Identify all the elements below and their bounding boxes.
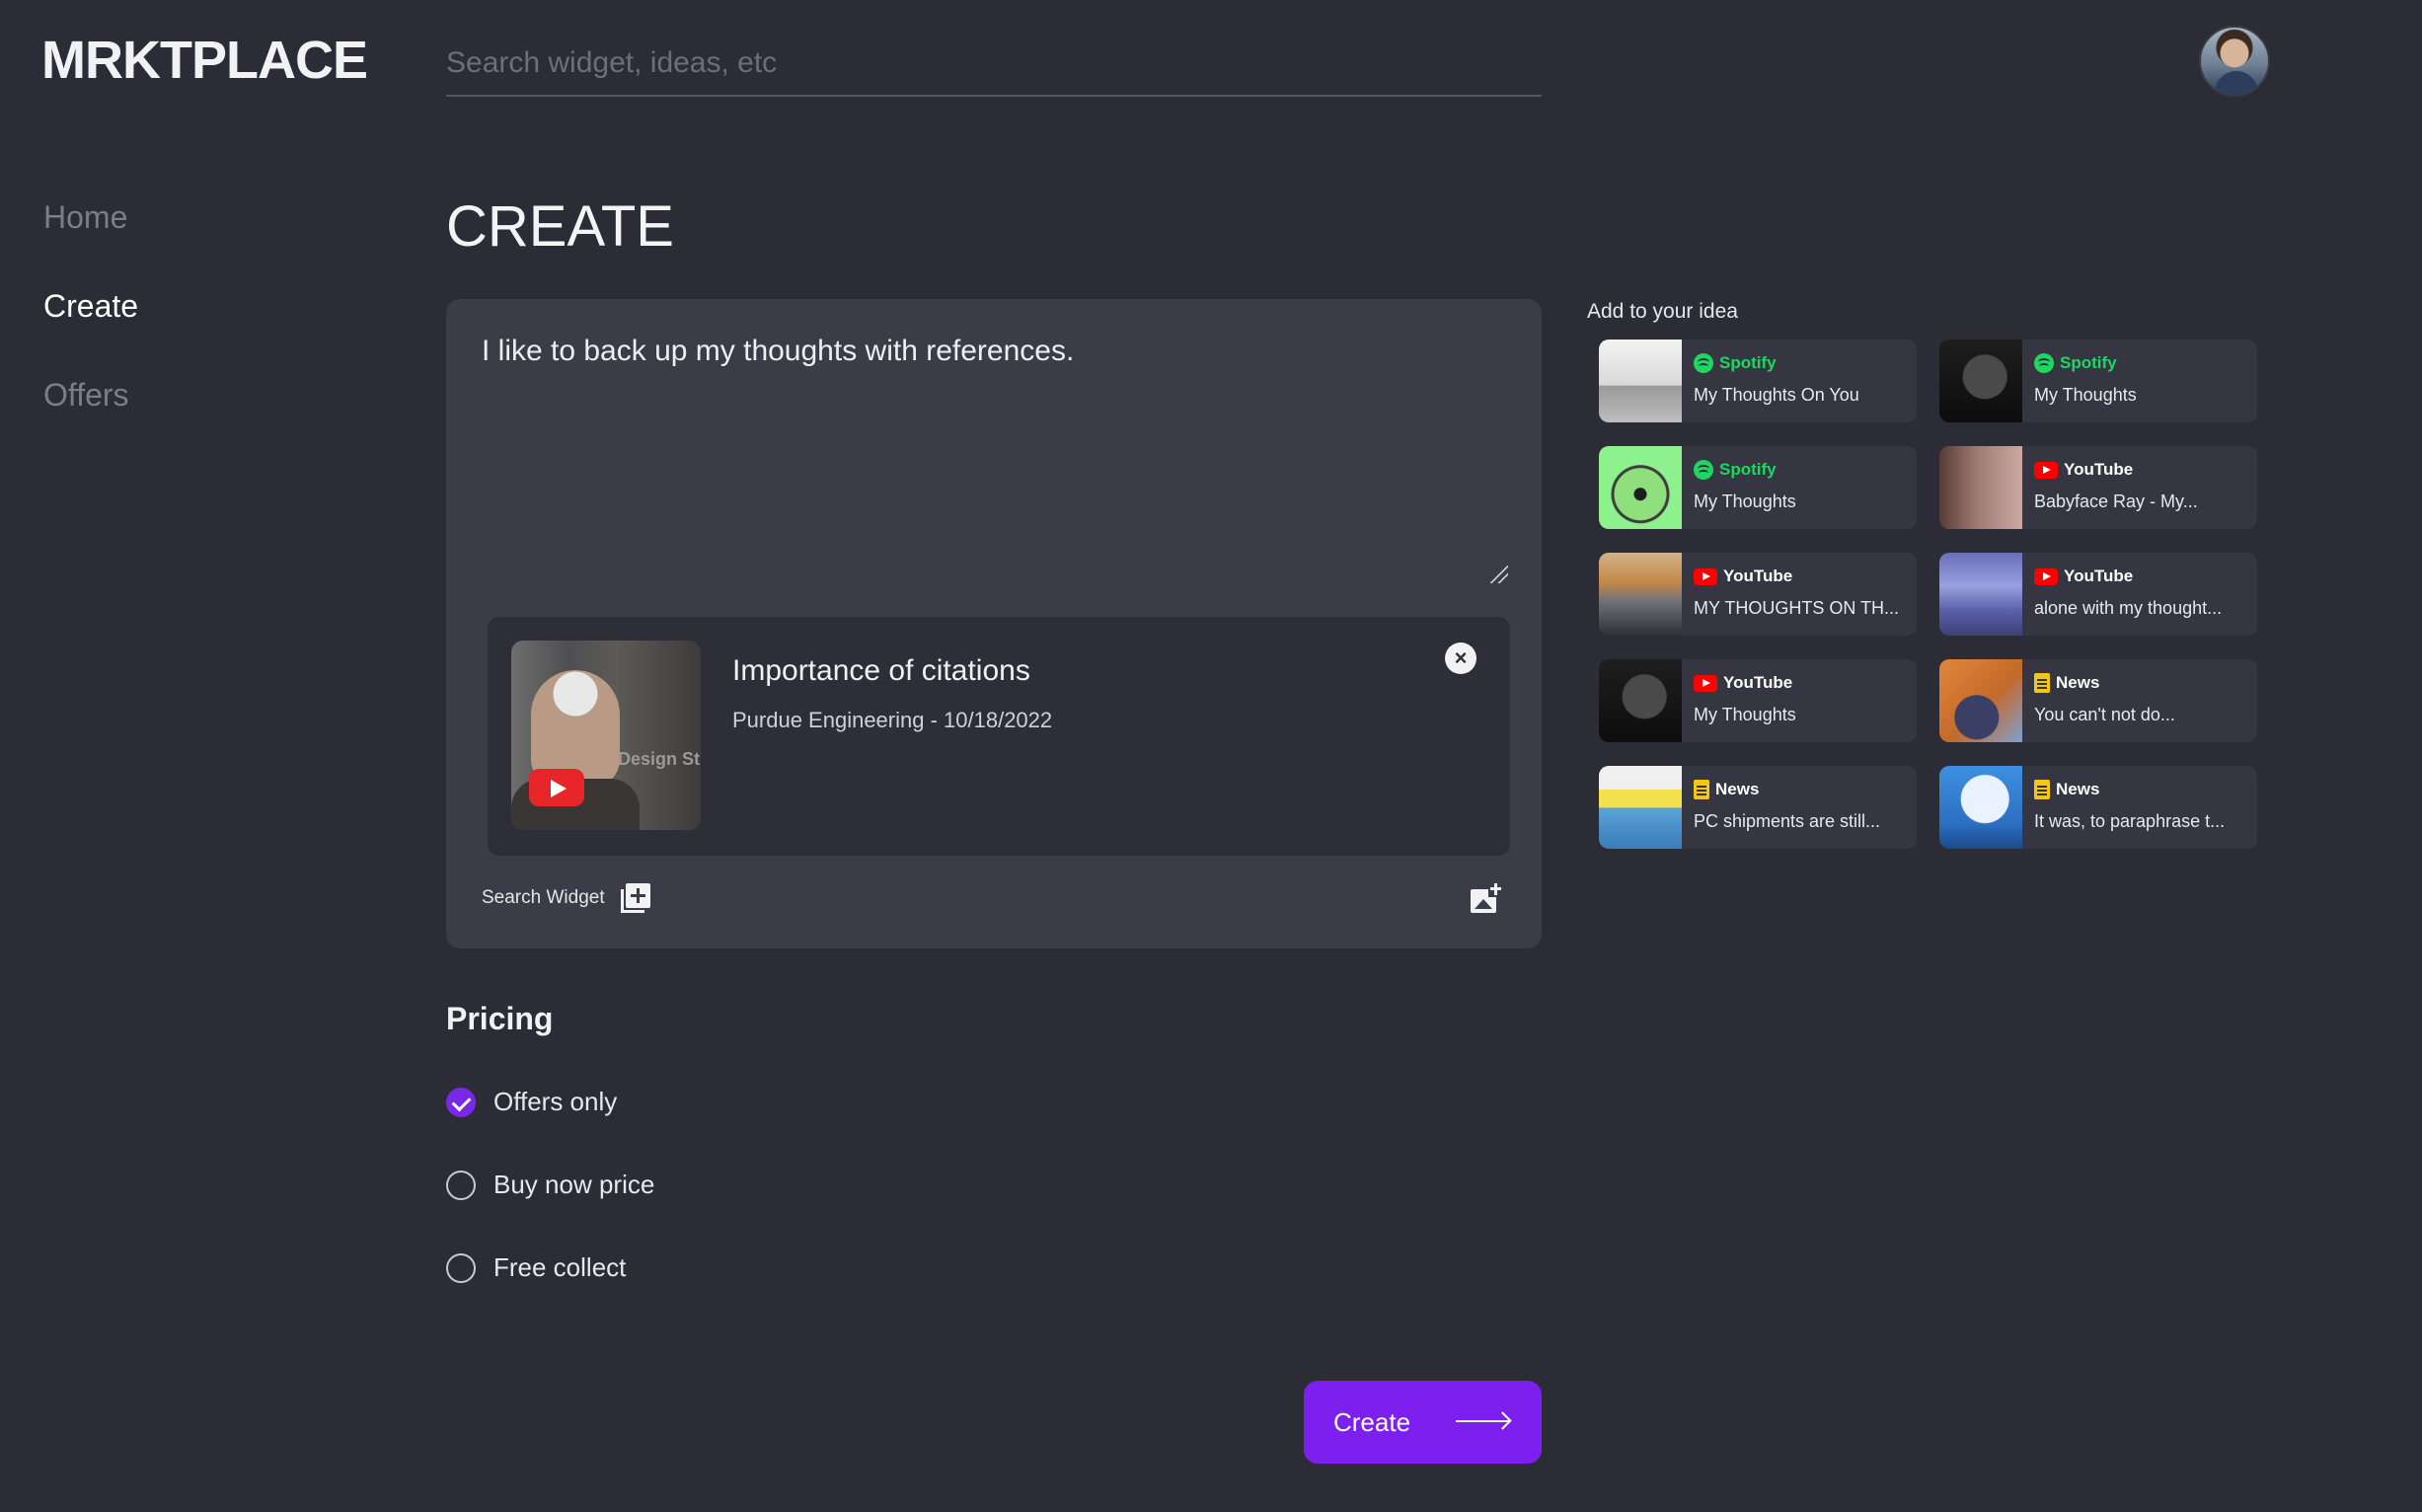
remove-widget-button[interactable]: × — [1445, 643, 1476, 674]
suggestion-name: You can't not do... — [2034, 705, 2175, 724]
suggestion-card[interactable]: Spotify My Thoughts — [1599, 446, 1917, 529]
suggestion-source: News — [1715, 780, 1760, 798]
youtube-icon — [1694, 567, 1717, 585]
suggestion-source: YouTube — [2064, 567, 2134, 585]
pricing-option-offers-only[interactable]: Offers only — [446, 1087, 617, 1117]
add-widget-icon — [620, 883, 650, 913]
youtube-play-icon — [529, 769, 584, 806]
resize-handle[interactable] — [1490, 566, 1508, 583]
news-icon — [1694, 780, 1709, 799]
attached-widget-card: Design Stu Importance of citations Purdu… — [488, 617, 1510, 856]
search-input[interactable] — [446, 39, 1542, 87]
suggestion-name: My Thoughts — [2034, 385, 2137, 405]
suggestion-thumbnail — [1599, 553, 1682, 636]
suggestion-card[interactable]: News It was, to paraphrase t... — [1939, 766, 2257, 849]
pricing-title: Pricing — [446, 1001, 554, 1036]
spotify-icon — [1694, 460, 1713, 480]
search-widget-button[interactable]: Search Widget — [482, 883, 650, 913]
suggestion-card[interactable]: News You can't not do... — [1939, 659, 2257, 742]
suggestions-title: Add to your idea — [1587, 300, 1738, 323]
suggestion-source: YouTube — [1723, 673, 1793, 692]
sidebar-nav: Home Create Offers — [43, 195, 138, 462]
suggestion-source: Spotify — [1719, 353, 1777, 372]
idea-text-input[interactable]: I like to back up my thoughts with refer… — [446, 299, 1542, 587]
suggestion-card[interactable]: YouTube Babyface Ray - My... — [1939, 446, 2257, 529]
nav-item-offers[interactable]: Offers — [43, 373, 138, 462]
youtube-icon — [1694, 674, 1717, 692]
nav-item-create[interactable]: Create — [43, 284, 138, 373]
suggestion-name: PC shipments are still... — [1694, 811, 1881, 831]
suggestion-name: My Thoughts — [1694, 705, 1796, 724]
suggestion-source: News — [2056, 673, 2100, 692]
create-button[interactable]: Create — [1304, 1381, 1542, 1464]
suggestion-thumbnail — [1939, 659, 2022, 742]
arrow-right-icon — [1456, 1420, 1509, 1422]
pricing-option-free-collect[interactable]: Free collect — [446, 1252, 626, 1283]
suggestion-card[interactable]: Spotify My Thoughts — [1939, 340, 2257, 422]
news-icon — [2034, 673, 2050, 693]
suggestion-name: It was, to paraphrase t... — [2034, 811, 2226, 831]
search-widget-label: Search Widget — [482, 887, 605, 908]
suggestion-name: alone with my thought... — [2034, 598, 2223, 618]
suggestion-thumbnail — [1939, 766, 2022, 849]
page-title: CREATE — [446, 194, 674, 259]
create-button-label: Create — [1333, 1406, 1411, 1437]
radio-unchecked-icon[interactable] — [446, 1170, 476, 1200]
suggestion-thumbnail — [1599, 340, 1682, 422]
suggestion-thumbnail — [1599, 659, 1682, 742]
spotify-icon — [2034, 353, 2054, 373]
close-icon: × — [1454, 645, 1468, 670]
suggestion-thumbnail — [1599, 446, 1682, 529]
suggestion-source: YouTube — [1723, 567, 1793, 585]
add-image-button[interactable] — [1471, 883, 1502, 913]
suggestion-card[interactable]: YouTube My Thoughts — [1599, 659, 1917, 742]
widget-subtitle: Purdue Engineering - 10/18/2022 — [732, 708, 1053, 732]
spotify-icon — [1694, 353, 1713, 373]
suggestion-thumbnail — [1939, 340, 2022, 422]
suggestion-card[interactable]: YouTube alone with my thought... — [1939, 553, 2257, 636]
suggestion-card[interactable]: YouTube MY THOUGHTS ON TH... — [1599, 553, 1917, 636]
app-logo[interactable]: MRKTPLACE — [41, 30, 368, 91]
news-icon — [2034, 780, 2050, 799]
suggestion-name: My Thoughts — [1694, 491, 1796, 511]
widget-title: Importance of citations — [732, 654, 1030, 687]
suggestion-source: Spotify — [1719, 460, 1777, 479]
thumbnail-sign-text: Design Stu — [618, 749, 701, 769]
suggestion-name: MY THOUGHTS ON TH... — [1694, 598, 1900, 618]
avatar[interactable] — [2199, 26, 2270, 97]
suggestion-source: YouTube — [2064, 460, 2134, 479]
suggestion-name: My Thoughts On You — [1694, 385, 1859, 405]
idea-editor: I like to back up my thoughts with refer… — [446, 299, 1542, 948]
suggestion-thumbnail — [1939, 553, 2022, 636]
suggestion-name: Babyface Ray - My... — [2034, 491, 2198, 511]
widget-thumbnail[interactable]: Design Stu — [511, 641, 701, 830]
pricing-option-buy-now[interactable]: Buy now price — [446, 1170, 654, 1200]
radio-unchecked-icon[interactable] — [446, 1252, 476, 1283]
suggestion-source: News — [2056, 780, 2100, 798]
pricing-option-label: Offers only — [493, 1087, 618, 1116]
suggestion-card[interactable]: Spotify My Thoughts On You — [1599, 340, 1917, 422]
suggestion-source: Spotify — [2060, 353, 2117, 372]
suggestion-card[interactable]: News PC shipments are still... — [1599, 766, 1917, 849]
suggestion-thumbnail — [1939, 446, 2022, 529]
search-bar — [446, 39, 1542, 97]
suggestion-thumbnail — [1599, 766, 1682, 849]
pricing-option-label: Buy now price — [493, 1170, 655, 1199]
radio-checked-icon[interactable] — [446, 1087, 476, 1117]
nav-item-home[interactable]: Home — [43, 195, 138, 284]
pricing-option-label: Free collect — [493, 1252, 627, 1282]
youtube-icon — [2034, 567, 2058, 585]
youtube-icon — [2034, 461, 2058, 479]
